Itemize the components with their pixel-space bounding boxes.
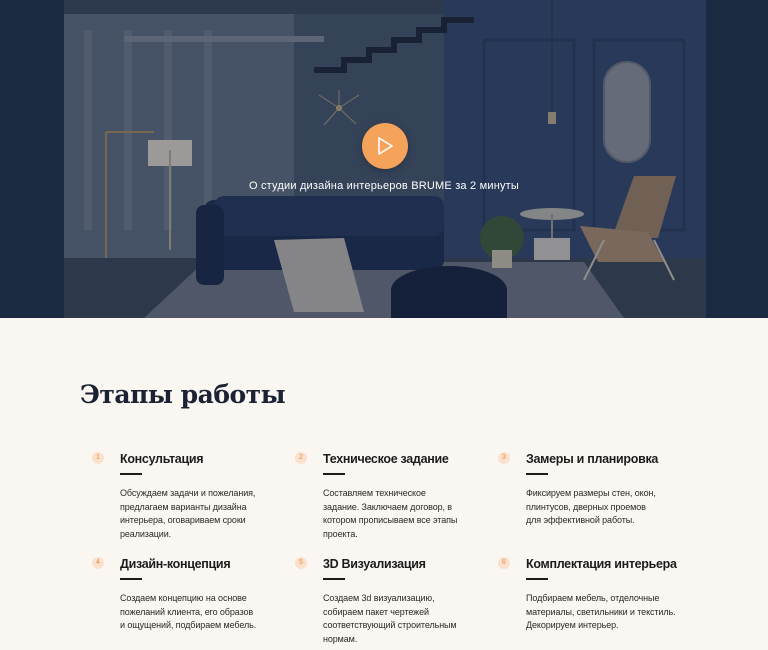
stage-description: Фиксируем размеры стен, окон, плинтусов,… bbox=[526, 488, 656, 525]
stage-title: Комплектация интерьера bbox=[526, 557, 677, 571]
play-icon bbox=[378, 137, 393, 155]
stage-description: Составляем техническое задание. Заключае… bbox=[323, 488, 458, 539]
stage-number-badge: 1 bbox=[92, 452, 104, 464]
stage-item: 6 Комплектация интерьера Подбираем мебел… bbox=[498, 557, 716, 633]
stage-description: Обсуждаем задачи и пожелания, предлагаем… bbox=[120, 488, 256, 539]
play-video-button[interactable] bbox=[362, 123, 408, 169]
stage-description: Создаем 3d визуализацию, собираем пакет … bbox=[323, 593, 457, 644]
stage-description: Подбираем мебель, отделочные материалы, … bbox=[526, 593, 676, 630]
stage-number-badge: 4 bbox=[92, 557, 104, 569]
stage-title: Консультация bbox=[120, 452, 204, 466]
stage-title: Дизайн-концепция bbox=[120, 557, 231, 571]
stage-description: Создаем концепцию на основе пожеланий кл… bbox=[120, 593, 257, 630]
stage-item: 5 3D Визуализация Создаем 3d визуализаци… bbox=[295, 557, 513, 646]
stage-number-badge: 5 bbox=[295, 557, 307, 569]
stage-divider bbox=[526, 578, 548, 580]
stage-item: 1 Консультация Обсуждаем задачи и пожела… bbox=[92, 452, 310, 541]
stage-item: 3 Замеры и планировка Фиксируем размеры … bbox=[498, 452, 716, 528]
stage-item: 4 Дизайн-концепция Создаем концепцию на … bbox=[92, 557, 310, 633]
stage-divider bbox=[323, 578, 345, 580]
stage-number-badge: 3 bbox=[498, 452, 510, 464]
stage-number-badge: 6 bbox=[498, 557, 510, 569]
stage-title: 3D Визуализация bbox=[323, 557, 426, 571]
section-title: Этапы работы bbox=[80, 380, 286, 409]
stage-divider bbox=[120, 578, 142, 580]
stage-divider bbox=[120, 473, 142, 475]
video-hero: О студии дизайна интерьеров BRUME за 2 м… bbox=[0, 0, 768, 318]
stage-divider bbox=[323, 473, 345, 475]
stage-number-badge: 2 bbox=[295, 452, 307, 464]
stage-divider bbox=[526, 473, 548, 475]
video-caption: О студии дизайна интерьеров BRUME за 2 м… bbox=[248, 180, 520, 192]
stage-item: 2 Техническое задание Составляем техниче… bbox=[295, 452, 513, 541]
stage-title: Замеры и планировка bbox=[526, 452, 659, 466]
stage-title: Техническое задание bbox=[323, 452, 449, 466]
work-stages-section: Этапы работы 1 Консультация Обсуждаем за… bbox=[0, 318, 768, 650]
